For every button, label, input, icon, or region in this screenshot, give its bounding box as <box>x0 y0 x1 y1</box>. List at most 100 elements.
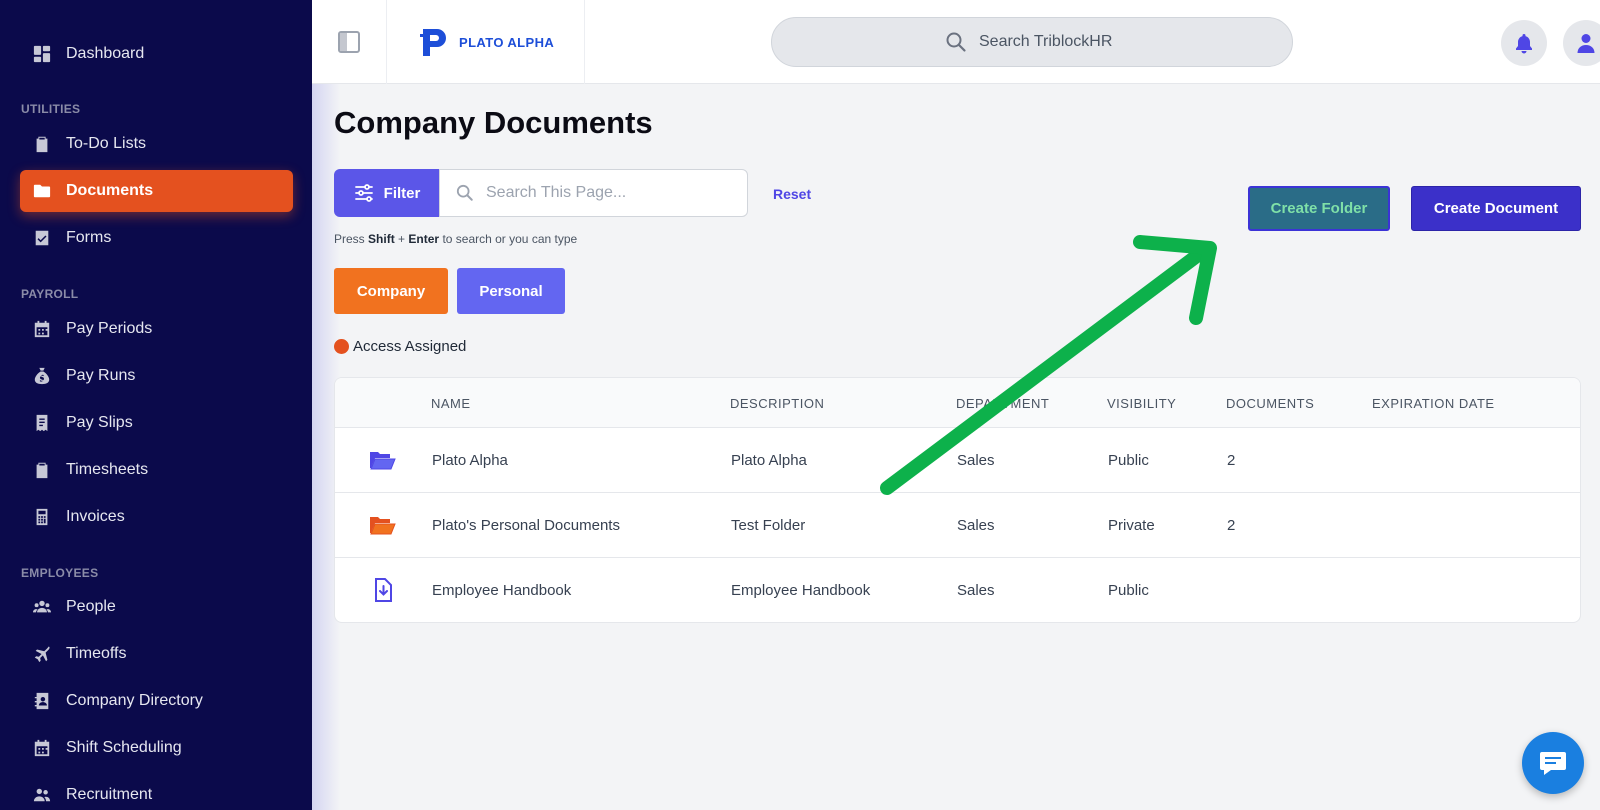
sidebar-item-company-directory[interactable]: Company Directory <box>20 680 293 722</box>
sidebar-item-invoices[interactable]: Invoices <box>20 496 293 538</box>
sidebar-item-timeoffs[interactable]: Timeoffs <box>20 633 293 675</box>
logo[interactable]: PLATO ALPHA <box>387 0 585 84</box>
sidebar: Dashboard UTILITIES To-Do Lists Document… <box>0 0 312 810</box>
file-download-icon <box>375 578 392 602</box>
column-header-description[interactable]: DESCRIPTION <box>730 396 824 411</box>
folder-icon <box>32 181 52 201</box>
cell-name[interactable]: Plato Alpha <box>432 452 508 469</box>
sidebar-item-label: To-Do Lists <box>66 135 147 152</box>
filter-label: Filter <box>383 184 421 202</box>
cell-department: Sales <box>957 452 995 469</box>
cell-description: Test Folder <box>731 517 806 534</box>
hint-key-enter: Enter <box>408 232 440 246</box>
sliders-icon <box>354 184 373 202</box>
address-book-icon <box>32 691 52 711</box>
sidebar-item-pay-periods[interactable]: Pay Periods <box>20 308 293 350</box>
sidebar-item-shift-scheduling[interactable]: Shift Scheduling <box>20 727 293 769</box>
column-header-expiration-date[interactable]: EXPIRATION DATE <box>1372 396 1495 411</box>
table-row[interactable]: Plato's Personal Documents Test Folder S… <box>335 493 1580 558</box>
sidebar-item-people[interactable]: People <box>20 586 293 628</box>
sidebar-item-label: Pay Periods <box>66 320 153 337</box>
cell-documents: 2 <box>1227 452 1236 469</box>
cell-description: Plato Alpha <box>731 452 807 469</box>
cell-department: Sales <box>957 582 995 599</box>
sidebar-item-pay-slips[interactable]: Pay Slips <box>20 402 293 444</box>
folder-open-icon <box>370 452 396 470</box>
section-label-payroll: PAYROLL <box>21 287 79 301</box>
table-row[interactable]: Employee Handbook Employee Handbook Sale… <box>335 558 1580 622</box>
tab-personal[interactable]: Personal <box>457 268 565 314</box>
column-header-documents[interactable]: DOCUMENTS <box>1226 396 1314 411</box>
cell-visibility: Public <box>1108 582 1149 599</box>
create-document-button[interactable]: Create Document <box>1411 186 1581 231</box>
sidebar-toggle-icon <box>338 31 360 53</box>
page-title: Company Documents <box>334 105 653 140</box>
user-icon <box>1577 34 1595 53</box>
cell-name[interactable]: Plato's Personal Documents <box>432 517 620 534</box>
logo-mark-icon <box>420 29 446 56</box>
sidebar-item-timesheets[interactable]: Timesheets <box>20 449 293 491</box>
sidebar-item-pay-runs[interactable]: Pay Runs <box>20 355 293 397</box>
chat-button[interactable] <box>1522 732 1584 794</box>
hint-plus: + <box>398 232 406 246</box>
create-folder-button[interactable]: Create Folder <box>1248 186 1390 231</box>
tab-company[interactable]: Company <box>334 268 448 314</box>
sidebar-item-dashboard[interactable]: Dashboard <box>20 33 293 75</box>
money-bag-icon <box>32 366 52 386</box>
table-header: NAME DESCRIPTION DEPARTMENT VISIBILITY D… <box>335 378 1580 428</box>
users-icon <box>32 785 52 805</box>
access-legend: Access Assigned <box>334 338 466 355</box>
table-row[interactable]: Plato Alpha Plato Alpha Sales Public 2 <box>335 428 1580 493</box>
search-icon <box>456 184 473 201</box>
people-icon <box>32 597 52 617</box>
sidebar-item-label: Timeoffs <box>66 645 127 662</box>
cell-name[interactable]: Employee Handbook <box>432 582 571 599</box>
sidebar-item-label: Dashboard <box>66 45 145 62</box>
folder-open-icon <box>370 517 396 535</box>
page-search-input[interactable] <box>486 184 726 202</box>
global-search-input[interactable]: Search TriblockHR <box>771 17 1293 67</box>
sidebar-item-label: Invoices <box>66 508 125 525</box>
cell-description: Employee Handbook <box>731 582 871 599</box>
sidebar-toggle-button[interactable] <box>312 0 387 84</box>
form-check-icon <box>32 228 52 248</box>
sidebar-item-label: Shift Scheduling <box>66 739 182 756</box>
sidebar-item-label: Company Directory <box>66 692 203 709</box>
reset-link[interactable]: Reset <box>773 186 811 202</box>
profile-button[interactable] <box>1563 20 1600 66</box>
hint-key-shift: Shift <box>368 232 395 246</box>
dashboard-icon <box>32 44 52 64</box>
column-header-name[interactable]: NAME <box>431 396 471 411</box>
bell-icon <box>1516 34 1532 54</box>
receipt-icon <box>32 413 52 433</box>
section-label-utilities: UTILITIES <box>21 102 81 116</box>
calculator-icon <box>32 507 52 527</box>
chat-icon <box>1540 752 1566 775</box>
section-label-employees: EMPLOYEES <box>21 566 99 580</box>
notifications-button[interactable] <box>1501 20 1547 66</box>
clipboard-icon <box>32 460 52 480</box>
sidebar-item-forms[interactable]: Forms <box>20 217 293 259</box>
plane-icon <box>32 644 52 664</box>
page-search-field[interactable] <box>439 169 748 217</box>
sidebar-item-label: Pay Slips <box>66 414 133 431</box>
documents-table: NAME DESCRIPTION DEPARTMENT VISIBILITY D… <box>334 377 1581 623</box>
clipboard-icon <box>32 134 52 154</box>
column-header-department[interactable]: DEPARTMENT <box>956 396 1049 411</box>
cell-documents: 2 <box>1227 517 1236 534</box>
sidebar-item-documents[interactable]: Documents <box>20 170 293 212</box>
cell-department: Sales <box>957 517 995 534</box>
sidebar-item-recruitment[interactable]: Recruitment <box>20 774 293 810</box>
sidebar-item-label: Timesheets <box>66 461 149 478</box>
filter-button[interactable]: Filter <box>334 169 440 217</box>
sidebar-item-label: Recruitment <box>66 786 153 803</box>
sidebar-item-label: People <box>66 598 116 615</box>
search-hint: Press Shift + Enter to search or you can… <box>334 232 577 246</box>
sidebar-item-label: Forms <box>66 229 112 246</box>
sidebar-item-todo-lists[interactable]: To-Do Lists <box>20 123 293 165</box>
cell-visibility: Private <box>1108 517 1155 534</box>
calendar-icon <box>32 738 52 758</box>
column-header-visibility[interactable]: VISIBILITY <box>1107 396 1176 411</box>
access-dot-icon <box>334 339 349 354</box>
hint-prefix: Press <box>334 232 365 246</box>
